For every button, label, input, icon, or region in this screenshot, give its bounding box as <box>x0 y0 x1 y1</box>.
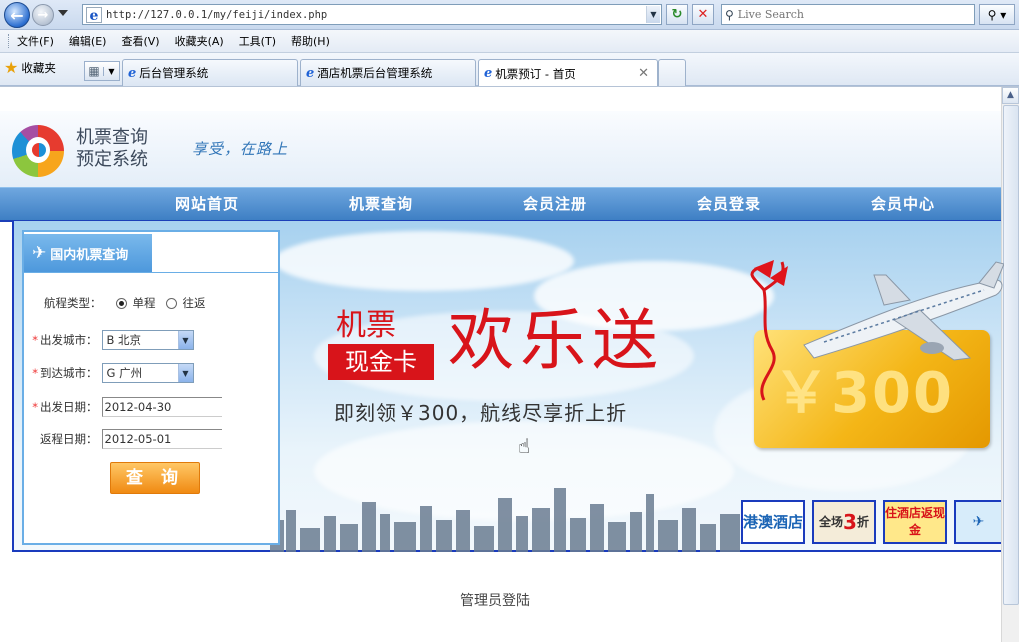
admin-login-link[interactable]: 管理员登陆 <box>460 590 530 610</box>
live-search-input[interactable] <box>737 8 938 21</box>
tab-hotel-admin[interactable]: e 酒店机票后台管理系统 <box>300 59 476 86</box>
nav-register[interactable]: 会员注册 <box>468 188 642 220</box>
tab-label: 后台管理系统 <box>139 66 209 80</box>
back-arrow-icon[interactable]: ← <box>4 2 30 28</box>
tab-bar: ★ 收藏夹 ▦ ▼ e 后台管理系统 e 酒店机票后台管理系统 e 机票预订 -… <box>0 53 1019 87</box>
logo-swirl-icon <box>12 125 64 177</box>
grid-icon: ▦ <box>88 64 100 78</box>
favorites-button[interactable]: ★ 收藏夹 <box>4 60 56 76</box>
tab-domestic-flight-search[interactable]: ✈ 国内机票查询 <box>24 234 152 272</box>
radio-one-way[interactable] <box>115 297 127 309</box>
ad-all-30-percent[interactable]: 全场 3 折 <box>812 500 876 544</box>
forward-arrow-icon[interactable]: → <box>32 4 54 26</box>
site-logo-text[interactable]: 机票查询 预定系统 <box>76 127 148 171</box>
trip-type-label: 航程类型： <box>44 296 102 310</box>
close-tab-icon[interactable]: ✕ <box>638 66 649 81</box>
ad2-prefix: 全场 <box>819 514 844 529</box>
site-slogan: 享受，在路上 <box>192 140 289 158</box>
menu-view[interactable]: 查看(V) <box>121 33 159 49</box>
scroll-thumb[interactable] <box>1003 105 1019 605</box>
star-icon: ★ <box>4 58 19 77</box>
history-dropdown-icon[interactable] <box>58 10 68 16</box>
depart-date-row: * 出发日期： 2012-04-30 <box>24 396 278 418</box>
main-nav: 网站首页 机票查询 会员注册 会员登录 会员中心 <box>0 187 1001 222</box>
from-city-label: 出发城市： <box>40 333 98 347</box>
tab-flight-home[interactable]: e 机票预订 - 首页 ✕ <box>478 59 658 87</box>
nav-home[interactable]: 网站首页 <box>120 188 294 220</box>
live-search-box[interactable]: ⚲ <box>721 4 975 25</box>
trip-type-row: 航程类型： 单程 往返 <box>24 292 278 314</box>
plane-icon: ✈ <box>32 243 47 263</box>
nav-member-center[interactable]: 会员中心 <box>816 188 990 220</box>
ad-hotel-cashback[interactable]: 住酒店返现金 <box>883 500 947 544</box>
ie-tab-icon: e <box>306 65 315 81</box>
depart-date-label: 出发日期： <box>40 400 98 414</box>
tab-label: 酒店机票后台管理系统 <box>317 66 433 80</box>
ad-flight-thumbnail[interactable]: ✈ <box>954 500 1001 544</box>
return-date-label: 返程日期： <box>40 432 98 446</box>
logo-line1: 机票查询 <box>76 127 148 148</box>
refresh-icon[interactable]: ↻ <box>666 4 688 25</box>
promo-line1: 机票 <box>336 308 396 343</box>
hand-cursor-icon: ☝ <box>518 434 531 458</box>
address-dropdown-icon[interactable]: ▼ <box>646 6 660 23</box>
panel-tab-label: 国内机票查询 <box>50 247 129 263</box>
search-go-button[interactable]: ⚲ ▾ <box>979 4 1015 25</box>
from-city-value: B 北京 <box>106 333 142 347</box>
airplane-icon <box>750 260 1004 401</box>
flight-search-panel: ✈ 国内机票查询 航程类型： 单程 往返 * 出发城市： B 北京 ▼ * 到达… <box>22 230 280 545</box>
menu-favorites[interactable]: 收藏夹(A) <box>175 33 224 49</box>
ie-tab-icon: e <box>484 66 493 81</box>
ad-hk-macau-hotel[interactable]: 港澳酒店 <box>741 500 805 544</box>
favorites-label: 收藏夹 <box>21 61 56 75</box>
one-way-label: 单程 <box>132 296 156 310</box>
new-tab-button[interactable] <box>658 59 686 86</box>
address-toolbar: ← → e http://127.0.0.1/my/feiji/index.ph… <box>0 0 1019 30</box>
search-icon: ⚲ <box>725 7 734 22</box>
stop-icon[interactable]: ✕ <box>692 4 714 25</box>
page-ie-icon: e <box>86 6 102 24</box>
logo-line2: 预定系统 <box>76 149 148 170</box>
menu-edit[interactable]: 编辑(E) <box>69 33 107 49</box>
tab-admin[interactable]: e 后台管理系统 <box>122 59 298 86</box>
ad2-number: 3 <box>843 509 857 534</box>
scroll-up-icon[interactable]: ▲ <box>1002 87 1019 104</box>
ad2-suffix: 折 <box>856 514 869 529</box>
promo-tag: 现金卡 <box>328 344 434 380</box>
quick-tabs-button[interactable]: ▦ ▼ <box>84 61 120 81</box>
return-date-input[interactable]: 2012-05-01 <box>101 429 222 449</box>
round-trip-label: 往返 <box>182 296 206 310</box>
url-text[interactable]: http://127.0.0.1/my/feiji/index.php <box>106 9 646 21</box>
promo-headline: 欢乐送 <box>448 302 664 379</box>
search-submit-button[interactable]: 查 询 <box>110 462 200 494</box>
menu-bar: 文件(F) 编辑(E) 查看(V) 收藏夹(A) 工具(T) 帮助(H) <box>0 30 1019 53</box>
chevron-down-icon[interactable]: ▼ <box>103 66 119 76</box>
nav-flight-search[interactable]: 机票查询 <box>294 188 468 220</box>
chevron-down-icon[interactable]: ▼ <box>177 331 193 349</box>
depart-date-input[interactable]: 2012-04-30 <box>101 397 222 417</box>
city-skyline-graphic <box>270 488 740 552</box>
menu-tools[interactable]: 工具(T) <box>239 33 276 49</box>
return-date-row: 返程日期： 2012-05-01 <box>24 428 278 450</box>
menu-file[interactable]: 文件(F) <box>17 33 54 49</box>
tab-label: 机票预订 - 首页 <box>495 66 576 81</box>
menu-help[interactable]: 帮助(H) <box>291 33 330 49</box>
nav-login[interactable]: 会员登录 <box>642 188 816 220</box>
address-bar[interactable]: e http://127.0.0.1/my/feiji/index.php ▼ <box>82 4 662 25</box>
ie-tab-icon: e <box>128 65 137 81</box>
to-city-select[interactable]: G 广州 ▼ <box>101 363 194 383</box>
promo-subline: 即刻领￥300，航线尽享折上折 <box>334 401 628 425</box>
from-city-select[interactable]: B 北京 ▼ <box>101 330 194 350</box>
to-city-label: 到达城市： <box>40 366 98 380</box>
toolbar-grip <box>8 34 11 48</box>
from-city-row: * 出发城市： B 北京 ▼ <box>24 329 278 351</box>
radio-round-trip[interactable] <box>165 297 177 309</box>
chevron-down-icon[interactable]: ▼ <box>177 364 193 382</box>
site-header: 机票查询 预定系统 享受，在路上 <box>0 111 1001 187</box>
to-city-row: * 到达城市： G 广州 ▼ <box>24 362 278 384</box>
to-city-value: G 广州 <box>106 366 143 380</box>
